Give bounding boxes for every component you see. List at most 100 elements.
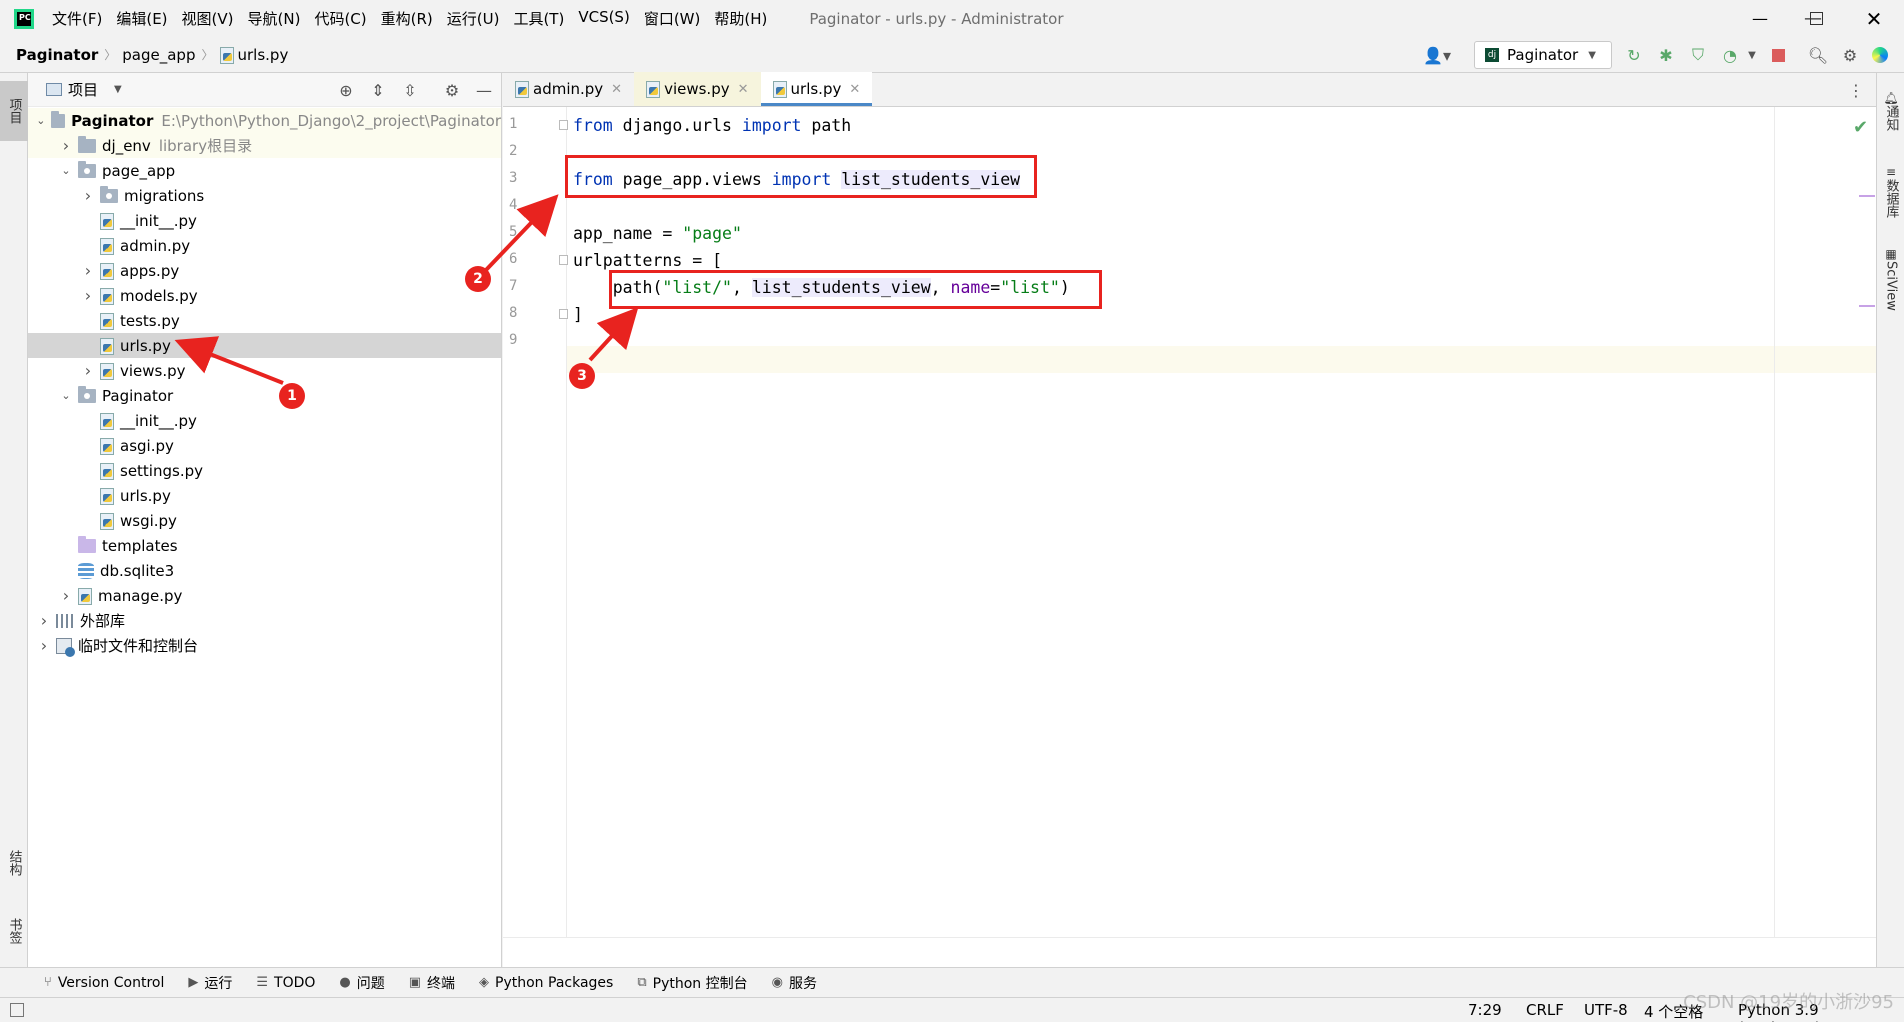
pycharm-logo-icon[interactable]: PC [14, 8, 34, 29]
menu-item[interactable]: 窗口(W) [644, 8, 701, 29]
tree-item[interactable]: ⌄ Paginator E:\Python\Python_Django\2_proj… [28, 108, 501, 133]
horizontal-scrollbar[interactable] [503, 937, 1876, 967]
structure-tool-tab[interactable]: 结构 [0, 833, 28, 893]
tree-item[interactable]: db.sqlite3 [28, 558, 501, 583]
bottom-tool-services[interactable]: ◉ 服务 [772, 973, 817, 993]
stop-icon[interactable] [1768, 45, 1788, 65]
tree-item[interactable]: admin.py [28, 233, 501, 258]
minimize-button[interactable]: — [1736, 0, 1784, 37]
chevron-down-icon[interactable]: ▼ [114, 84, 122, 95]
tree-item[interactable]: › dj_env library根目录 [28, 133, 501, 158]
no-problems-check-icon[interactable]: ✔ [1853, 117, 1868, 138]
locate-file-icon[interactable]: ⊕ [336, 80, 356, 100]
breadcrumb-file[interactable]: urls.py [214, 46, 295, 64]
chevron-down-icon[interactable]: ⌄ [58, 164, 74, 177]
database-tool-tab[interactable]: ≡ 数据库 [1877, 153, 1904, 229]
tree-item[interactable]: __init__.py [28, 408, 501, 433]
scrollbar-marker[interactable] [1859, 305, 1875, 307]
more-tabs-icon[interactable]: ⋮ [1848, 81, 1864, 100]
bottom-tool-problems[interactable]: ● 问题 [339, 973, 384, 993]
project-tool-tab[interactable]: 项目 [0, 81, 28, 141]
breadcrumb-page-app[interactable]: page_app [116, 46, 201, 64]
sciview-tool-tab[interactable]: ▦ SciView [1877, 239, 1904, 319]
tree-item[interactable]: settings.py [28, 458, 501, 483]
fold-marker-icon[interactable] [559, 309, 568, 319]
user-account-icon[interactable]: 👤▾ [1420, 45, 1454, 65]
bookmarks-tool-tab[interactable]: 书签 [0, 903, 28, 959]
chevron-right-icon[interactable]: › [36, 611, 52, 630]
tab-urls-py[interactable]: urls.py ✕ [760, 72, 873, 106]
maximize-button[interactable] [1792, 0, 1840, 37]
notifications-tool-tab[interactable]: 🔔︎ 通知 [1877, 83, 1904, 139]
menu-item[interactable]: 编辑(E) [116, 8, 167, 29]
bottom-tool-python-console[interactable]: ⧉ Python 控制台 [637, 973, 747, 993]
bottom-tool-terminal[interactable]: ▣ 终端 [409, 973, 455, 993]
tree-item[interactable]: › views.py [28, 358, 501, 383]
caret-position[interactable]: 7:29 [1468, 1001, 1502, 1019]
bottom-tool-run[interactable]: ▶ 运行 [188, 973, 232, 993]
fold-marker-icon[interactable] [559, 120, 568, 130]
project-panel-title[interactable]: 项目 [68, 79, 98, 100]
menu-item[interactable]: 视图(V) [182, 8, 234, 29]
tree-item[interactable]: › models.py [28, 283, 501, 308]
chevron-down-icon[interactable]: ⌄ [34, 114, 47, 127]
tree-item[interactable]: › migrations [28, 183, 501, 208]
coverage-icon[interactable]: ⛉ [1688, 45, 1708, 65]
tree-item[interactable]: ⌄ page_app [28, 158, 501, 183]
tree-item[interactable]: › manage.py [28, 583, 501, 608]
menu-item[interactable]: 帮助(H) [714, 8, 767, 29]
file-encoding[interactable]: UTF-8 [1584, 1001, 1628, 1019]
menu-item[interactable]: 工具(T) [513, 8, 564, 29]
close-tab-icon[interactable]: ✕ [738, 82, 749, 97]
tree-item[interactable]: › 临时文件和控制台 [28, 633, 501, 658]
close-tab-icon[interactable]: ✕ [611, 82, 622, 97]
debug-icon[interactable]: ✱ [1656, 45, 1676, 65]
rerun-icon[interactable]: ↻ [1624, 45, 1644, 65]
menu-item[interactable]: 运行(U) [447, 8, 500, 29]
expand-all-icon[interactable]: ⇕ [368, 80, 388, 100]
chevron-right-icon[interactable]: › [80, 261, 96, 280]
tree-item[interactable]: __init__.py [28, 208, 501, 233]
bottom-tool-packages[interactable]: ◈ Python Packages [479, 975, 613, 991]
menu-item[interactable]: VCS(S) [578, 8, 629, 29]
line-separator[interactable]: CRLF [1526, 1001, 1564, 1019]
menu-item[interactable]: 重构(R) [381, 8, 433, 29]
fold-marker-icon[interactable] [559, 255, 568, 265]
close-tab-icon[interactable]: ✕ [849, 82, 860, 97]
chevron-right-icon[interactable]: › [80, 286, 96, 305]
profile-icon[interactable]: ◔ [1720, 45, 1740, 65]
bottom-tool-branch[interactable]: ⑂ Version Control [44, 975, 164, 991]
chevron-right-icon[interactable]: › [36, 636, 52, 655]
more-run-options-icon[interactable]: ▼ [1742, 45, 1762, 65]
breadcrumb-project[interactable]: Paginator [10, 46, 104, 64]
collapse-all-icon[interactable]: ⇳ [400, 80, 420, 100]
tree-item[interactable]: templates [28, 533, 501, 558]
code-line[interactable]: app_name = "page" [573, 220, 742, 247]
chevron-right-icon[interactable]: › [80, 361, 96, 380]
chevron-right-icon[interactable]: › [80, 186, 96, 205]
settings-gear-icon[interactable]: ⚙ [1840, 45, 1860, 65]
tree-item[interactable]: tests.py [28, 308, 501, 333]
code-line[interactable]: ] [573, 301, 583, 328]
chevron-right-icon[interactable]: › [58, 136, 74, 155]
code-with-me-icon[interactable] [1870, 45, 1890, 65]
tree-item[interactable]: › 外部库 [28, 608, 501, 633]
bottom-tool-todo[interactable]: ☰ TODO [256, 975, 315, 991]
scrollbar-marker[interactable] [1859, 195, 1875, 197]
tree-item[interactable]: › apps.py [28, 258, 501, 283]
tab-admin-py[interactable]: admin.py ✕ [503, 72, 634, 106]
chevron-right-icon[interactable]: › [58, 586, 74, 605]
menu-item[interactable]: 文件(F) [52, 8, 102, 29]
hide-panel-icon[interactable]: — [474, 80, 494, 100]
tree-item[interactable]: urls.py [28, 483, 501, 508]
toggle-tool-windows-icon[interactable] [10, 1003, 24, 1017]
tree-item[interactable]: asgi.py [28, 433, 501, 458]
tab-views-py[interactable]: views.py ✕ [634, 72, 761, 106]
menu-item[interactable]: 导航(N) [248, 8, 301, 29]
run-config-select[interactable]: dj Paginator ▼ [1474, 41, 1612, 69]
menu-item[interactable]: 代码(C) [314, 8, 366, 29]
tree-item[interactable]: wsgi.py [28, 508, 501, 533]
code-line[interactable]: from django.urls import path [573, 112, 851, 139]
tree-item[interactable]: ⌄ Paginator [28, 383, 501, 408]
close-window-button[interactable]: ✕ [1850, 0, 1898, 37]
